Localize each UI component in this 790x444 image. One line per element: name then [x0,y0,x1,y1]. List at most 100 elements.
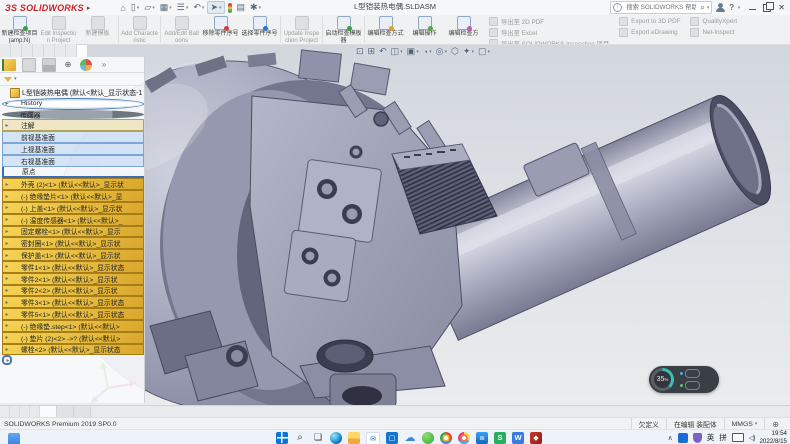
tree-item[interactable]: 原点 [2,167,144,179]
more-tabs-icon[interactable]: » [98,59,110,71]
filter-icon[interactable] [4,77,12,82]
expand-arrow-icon[interactable]: ▸ [3,193,11,200]
quick-access-button[interactable]: ➤ [207,1,224,14]
view-tool-icon[interactable]: ◎ [435,46,448,57]
tray-chevron-icon[interactable]: ∧ [668,434,673,442]
expand-arrow-icon[interactable]: ▸ [3,240,11,247]
tree-item[interactable]: ▸ 零件2<1> (默认<<默认>_显示状 [2,273,144,285]
login-icon[interactable] [716,3,725,12]
ribbon-button[interactable]: 编辑检查方 [444,15,483,44]
tree-item[interactable]: ▸ 外壳 (2)<1> (默认<<默认>_显示状 [2,178,144,190]
tree-item[interactable]: ▸ 保护盖<1> (默认<<默认>_显示状 [2,249,144,261]
ribbon-button[interactable]: Add Characteristic [120,15,159,44]
quick-access-button[interactable]: ▦ [158,1,174,14]
tree-item[interactable]: ▸ 零件5<1> (默认<<默认>_显示状态 [2,308,144,320]
restore-button[interactable] [763,4,771,12]
propertymanager-tab-icon[interactable] [22,58,36,72]
quick-access-button[interactable]: ↶ [191,1,206,14]
expand-arrow-icon[interactable]: ▸ [3,311,11,318]
ribbon-tab[interactable] [0,44,11,57]
expand-arrow-icon[interactable]: ▸ [3,181,11,188]
ribbon-button[interactable] [322,16,323,43]
tree-item[interactable]: ▸ (-) 温度传感器<1> (默认<<默认>_ [2,214,144,226]
ribbon-button[interactable]: 编辑操作 [405,15,444,44]
quick-access-button[interactable]: ▯ [129,1,141,14]
ribbon-tab[interactable] [11,44,22,57]
expand-arrow-icon[interactable]: ▸ [4,357,12,364]
expand-arrow-icon[interactable]: ▸ [3,322,11,329]
expand-arrow-icon[interactable]: ▸ [3,216,11,223]
tree-item[interactable]: ▸ 配合 [2,355,12,365]
ribbon-button[interactable] [280,16,281,43]
export-command[interactable]: Net-Inspect [690,28,737,37]
expand-arrow-icon[interactable]: ▸ [3,122,11,129]
tree-item[interactable]: ▸ 螺栓<2> (默认<<默认>_显示状态 [2,344,144,356]
export-command[interactable]: QualityXpert [690,17,737,26]
tree-item[interactable]: ▸ 注解 [2,119,144,131]
help-icon[interactable]: ? [729,3,733,12]
dimxpertmanager-tab-icon[interactable]: ⊕ [62,59,74,71]
featuremanager-tab-icon[interactable] [2,59,16,71]
view-tool-icon[interactable]: ↶ [378,46,388,57]
view-tool-icon[interactable]: ▣ [406,46,420,57]
quick-access-button[interactable]: ☰ [175,1,191,14]
tree-item[interactable]: ▸ (-) 绝缘垫.step<1> (默认<<默认> [2,320,144,332]
tree-item[interactable]: ▸ 密封圈<1> (默认<<默认>_显示状 [2,237,144,249]
ribbon-button[interactable]: Edit Inspection Project [39,15,78,44]
ribbon-button[interactable]: Add/Edit Balloons [162,15,201,44]
ribbon-button[interactable]: Update Inspection Project [282,15,321,44]
ribbon-button[interactable]: 新建检查项目 (amp;N) [0,15,39,44]
expand-arrow-icon[interactable]: ▸ [3,299,11,306]
tree-item[interactable]: ▸ 固定螺栓<1> (默认<<默认>_显示 [2,226,144,238]
ribbon-button[interactable]: 启动检查模板器 [324,15,363,44]
tree-item[interactable]: 传感器 [2,110,144,120]
minimize-button[interactable] [749,9,756,10]
expand-arrow-icon[interactable]: ▸ [3,275,11,282]
export-command[interactable]: Export eDrawing [619,28,680,37]
taskbar-app-icon[interactable]: ⌕ [294,432,306,444]
tree-item[interactable]: ▸ 零件1<1> (默认<<默认>_显示状态 [2,261,144,273]
menu-expand-icon[interactable]: ▸ [87,4,91,12]
search-box[interactable]: i ⌕ ▾ [610,1,712,14]
displaymanager-tab-icon[interactable] [80,59,92,71]
view-tool-icon[interactable]: ▢ [477,46,491,57]
expand-arrow-icon[interactable]: ▸ [3,334,11,341]
ribbon-button[interactable]: 移除零件序号 [201,15,240,44]
antivirus-tray-icon[interactable] [693,433,702,443]
tree-item[interactable]: ▸ 零件3<1> (默认<<默认>_显示状态 [2,296,144,308]
help-dropdown-icon[interactable]: ▾ [738,5,741,11]
taskbar-app-icon[interactable]: ☁ [404,432,416,444]
tree-item[interactable]: ▸ (-) 绝缘垫片<1> (默认<<默认>_显 [2,190,144,202]
ime-indicator[interactable]: 拼 [719,432,727,443]
quick-access-button[interactable]: ▱ [142,1,156,14]
ribbon-button[interactable] [118,16,119,43]
taskbar-app-icon[interactable] [330,432,342,444]
expand-arrow-icon[interactable]: ▸ [3,252,11,259]
expand-arrow-icon[interactable]: ▸ [3,204,11,211]
ribbon-tab[interactable] [33,44,44,57]
ribbon-button[interactable]: 选择零件序号 [240,15,279,44]
ribbon-tab[interactable] [77,44,88,57]
expand-arrow-icon[interactable]: ▸ [3,228,11,235]
export-command[interactable]: 导出至 Excel [489,28,609,37]
tree-item[interactable]: ▸ (-) 垫片 (2)<2> ->? (默认<<默认> [2,332,144,344]
taskbar-app-icon[interactable] [422,432,434,444]
expand-arrow-icon[interactable]: ▸ [3,287,11,294]
ribbon-button[interactable]: 新建模板 [78,15,117,44]
tree-item[interactable]: 前视基准面 [2,131,144,143]
zoom-indicator[interactable]: 35% [649,366,719,393]
ribbon-tab[interactable] [66,44,77,57]
ribbon-tab[interactable] [44,44,55,57]
language-indicator[interactable]: 英 [707,432,715,443]
view-tool-icon[interactable]: ◔ [422,47,433,57]
taskbar-app-icon[interactable] [458,432,470,444]
view-tool-icon[interactable]: ⊡ [355,46,365,57]
taskbar-app-icon[interactable]: S [494,432,506,444]
export-command[interactable]: Export to 3D PDF [619,17,680,26]
expand-arrow-icon[interactable]: ▸ [3,263,11,270]
taskbar-app-icon[interactable]: ✉ [366,432,380,444]
ribbon-button[interactable] [364,16,365,43]
view-tool-icon[interactable]: ◫ [390,46,404,57]
quick-access-button[interactable]: ▤ [235,1,248,14]
ribbon-button[interactable] [160,16,161,43]
